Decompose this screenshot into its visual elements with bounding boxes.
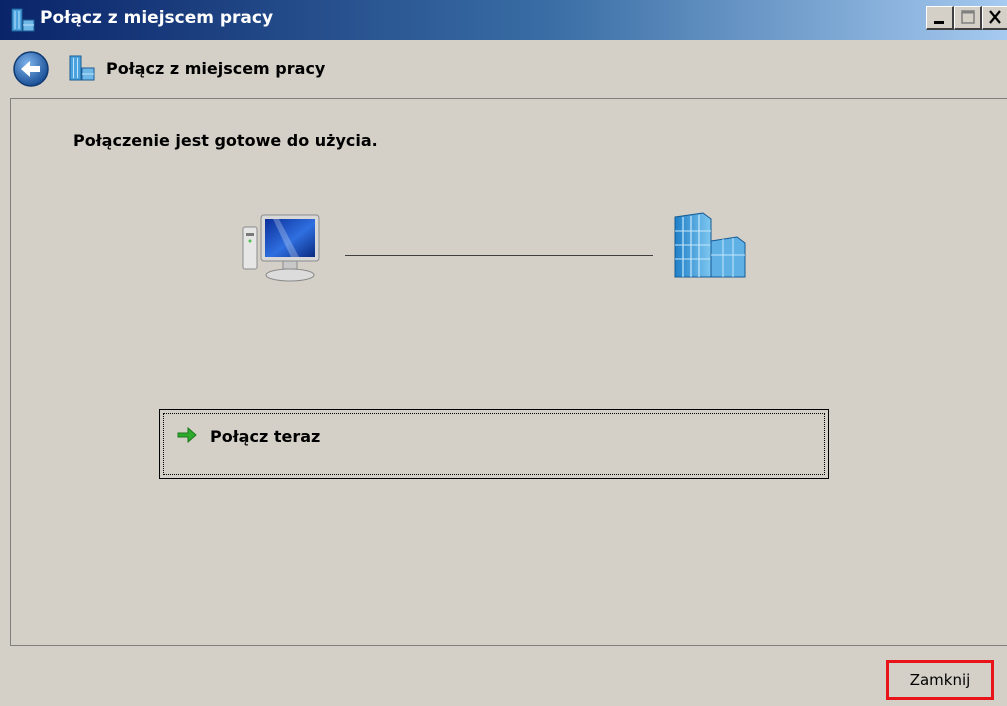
connect-now-label: Połącz teraz — [210, 427, 321, 446]
close-dialog-button[interactable]: Zamknij — [886, 660, 994, 700]
office-building-icon — [667, 211, 753, 281]
window-title: Połącz z miejscem pracy — [40, 8, 274, 28]
back-arrow-icon — [13, 51, 49, 87]
workplace-network-icon — [10, 7, 36, 33]
close-window-button[interactable] — [982, 6, 1007, 30]
maximize-icon — [961, 10, 975, 24]
title-bar[interactable]: Połącz z miejscem pracy — [0, 0, 1007, 40]
page-title: Połącz z miejscem pracy — [106, 59, 326, 78]
green-arrow-icon — [176, 426, 198, 444]
close-icon — [989, 10, 1001, 24]
focus-outline: Połącz teraz — [163, 413, 825, 475]
maximize-button[interactable] — [954, 6, 982, 30]
minimize-icon — [934, 21, 944, 24]
close-button-label: Zamknij — [909, 671, 971, 689]
content-panel: Połączenie jest gotowe do użycia. Połącz… — [10, 98, 1007, 646]
connection-line — [345, 255, 653, 256]
status-message: Połączenie jest gotowe do użycia. — [73, 131, 378, 150]
connect-now-option[interactable]: Połącz teraz — [159, 409, 829, 479]
dialog-window: Połącz z miejscem pracy Połącz z miejsce… — [0, 0, 1007, 706]
minimize-button[interactable] — [926, 6, 954, 30]
navigation-bar: Połącz z miejscem pracy — [0, 40, 1007, 96]
back-button[interactable] — [12, 50, 50, 88]
computer-icon — [239, 211, 331, 285]
workplace-network-icon — [68, 54, 96, 82]
